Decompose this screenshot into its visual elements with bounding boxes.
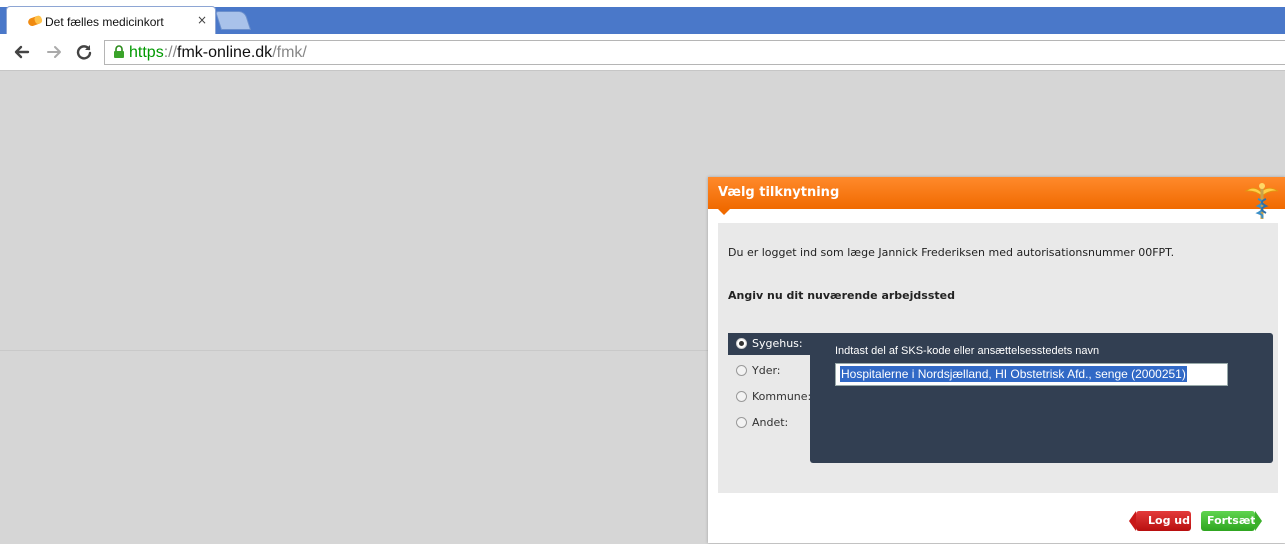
- new-tab-button[interactable]: [214, 11, 252, 30]
- url-separator: ://: [163, 44, 178, 61]
- radio-button-icon[interactable]: [736, 417, 747, 428]
- continue-button[interactable]: Fortsæt: [1201, 511, 1262, 531]
- tab-strip: Det fælles medicinkort ×: [0, 0, 1285, 34]
- tab-close-icon[interactable]: ×: [195, 13, 209, 27]
- dialog-header: Vælg tilknytning: [708, 177, 1285, 215]
- radio-sygehus[interactable]: Sygehus:: [728, 333, 810, 355]
- url-path: /fmk/: [272, 44, 307, 61]
- reload-icon[interactable]: [74, 42, 94, 62]
- affiliation-dialog: Vælg tilknytning Du er logget ind som læ…: [708, 177, 1285, 543]
- workplace-search-panel: Indtast del af SKS-kode eller ansættelse…: [810, 333, 1273, 463]
- url-text: https://fmk-online.dk/fmk/: [129, 44, 307, 62]
- dialog-title: Vælg tilknytning: [718, 185, 840, 200]
- url-scheme: https: [129, 44, 164, 61]
- tab-title: Det fælles medicinkort: [45, 15, 164, 29]
- radio-label: Sygehus:: [752, 337, 803, 350]
- radio-button-icon[interactable]: [736, 391, 747, 402]
- login-info-text: Du er logget ind som læge Jannick Freder…: [728, 246, 1175, 259]
- radio-kommune[interactable]: Kommune:: [728, 386, 812, 408]
- lock-icon: [114, 45, 124, 58]
- page-divider: [0, 350, 708, 351]
- url-host: fmk-online.dk: [177, 44, 273, 61]
- arrow-left-icon[interactable]: [12, 42, 32, 62]
- logout-button[interactable]: Log ud: [1129, 511, 1191, 531]
- workplace-search-value: Hospitalerne i Nordsjælland, HI Obstetri…: [840, 366, 1187, 382]
- radio-button-icon[interactable]: [736, 338, 747, 349]
- arrow-right-icon[interactable]: [44, 42, 64, 62]
- workplace-search-input[interactable]: Hospitalerne i Nordsjælland, HI Obstetri…: [835, 363, 1228, 386]
- workplace-search-label: Indtast del af SKS-kode eller ansættelse…: [835, 345, 1100, 357]
- address-bar[interactable]: https://fmk-online.dk/fmk/: [104, 40, 1285, 65]
- radio-andet[interactable]: Andet:: [728, 412, 810, 434]
- caduceus-icon: [1244, 183, 1279, 219]
- pill-icon: [28, 15, 43, 27]
- radio-label: Andet:: [752, 416, 789, 429]
- workplace-heading: Angiv nu dit nuværende arbejdssted: [728, 289, 955, 302]
- dialog-body: Du er logget ind som læge Jannick Freder…: [718, 223, 1278, 493]
- radio-button-icon[interactable]: [736, 365, 747, 376]
- browser-tab[interactable]: Det fælles medicinkort ×: [6, 6, 216, 34]
- radio-label: Yder:: [752, 364, 781, 377]
- page-background: Vælg tilknytning Du er logget ind som læ…: [0, 71, 1285, 544]
- browser-toolbar: https://fmk-online.dk/fmk/: [0, 34, 1285, 71]
- workplace-type-radio-group: Sygehus: Yder: Kommune: Andet:: [728, 333, 812, 463]
- radio-label: Kommune:: [752, 390, 812, 403]
- radio-yder[interactable]: Yder:: [728, 360, 810, 382]
